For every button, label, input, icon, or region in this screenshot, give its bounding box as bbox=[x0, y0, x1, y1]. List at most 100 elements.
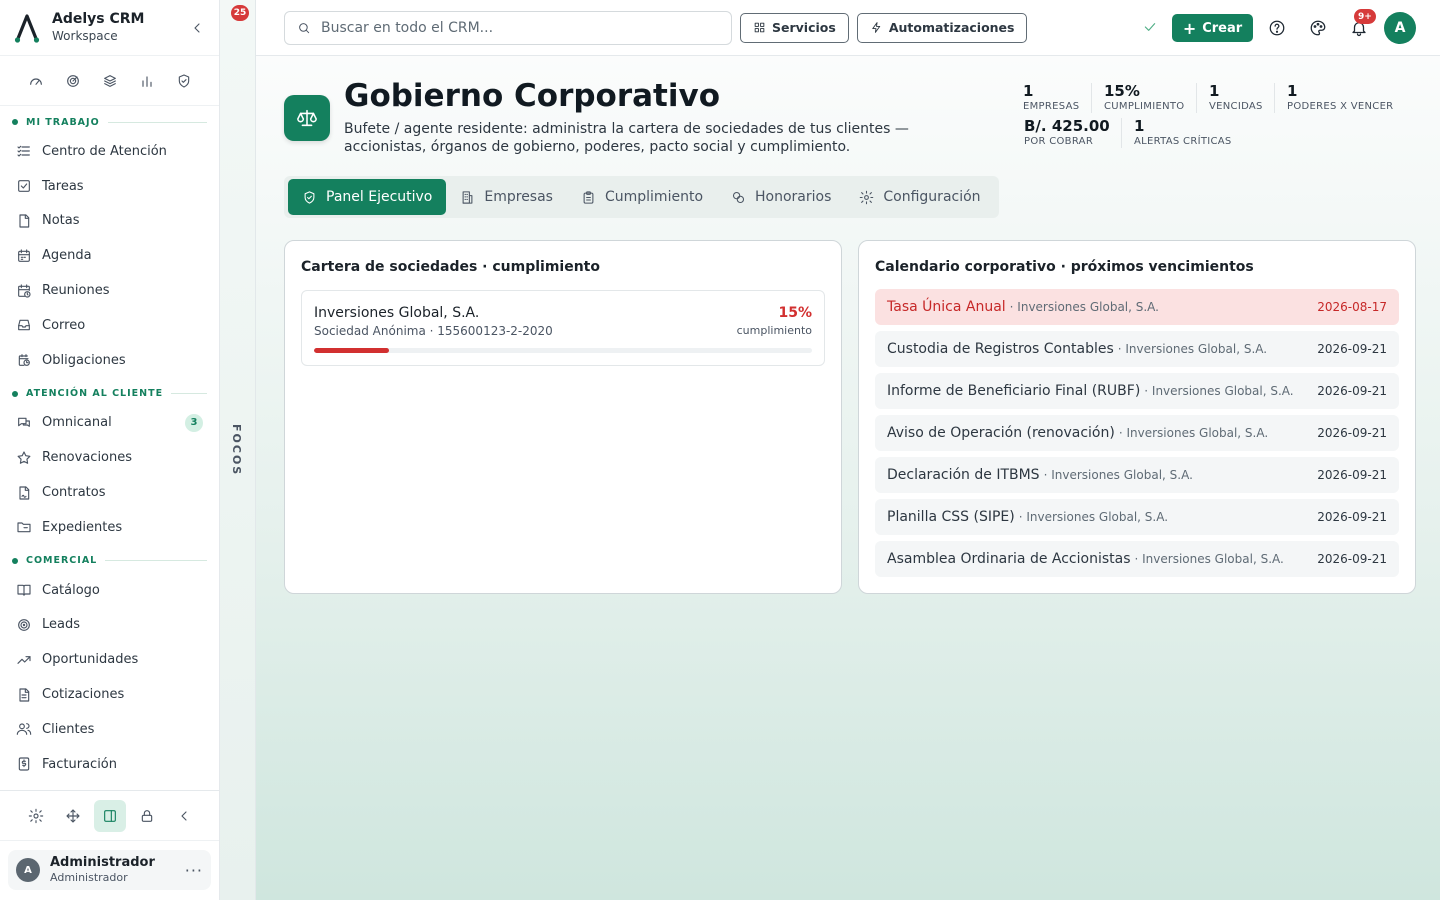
servicios-button[interactable]: Servicios bbox=[740, 12, 849, 43]
sidebar-item-expedientes[interactable]: Expedientes bbox=[0, 510, 219, 545]
sidebar-item-label: Expedientes bbox=[42, 519, 123, 535]
scale-icon bbox=[284, 95, 330, 141]
invoice-icon bbox=[18, 757, 30, 771]
tab-label: Panel Ejecutivo bbox=[326, 189, 433, 205]
tab-configuracion[interactable]: Configuración bbox=[845, 179, 994, 215]
chevron-left-icon[interactable] bbox=[168, 800, 200, 832]
search-input[interactable] bbox=[321, 19, 701, 36]
sidebar-item-correo[interactable]: Correo bbox=[0, 308, 219, 343]
gear-icon bbox=[860, 190, 874, 204]
collapse-sidebar-icon[interactable] bbox=[189, 20, 205, 36]
sidebar-item-label: Correo bbox=[42, 317, 86, 333]
section-label: COMERCIAL bbox=[26, 555, 98, 567]
tab-label: Empresas bbox=[484, 189, 553, 205]
help-icon[interactable] bbox=[1268, 19, 1286, 37]
calendar-card: Calendario corporativo · próximos vencim… bbox=[858, 240, 1416, 594]
event-company: · Inversiones Global, S.A. bbox=[1009, 300, 1159, 314]
user-card[interactable]: A Administrador Administrador ··· bbox=[8, 850, 211, 890]
sync-check-icon bbox=[1142, 19, 1158, 35]
sidebar-item-label: Notas bbox=[42, 213, 80, 229]
calendar-event[interactable]: Declaración de ITBMS · Inversiones Globa… bbox=[875, 457, 1399, 493]
note-icon bbox=[19, 214, 30, 228]
event-company: · Inversiones Global, S.A. bbox=[1118, 426, 1269, 440]
sidebar-item-centro-de-atencion[interactable]: Centro de Atención bbox=[0, 134, 219, 169]
user-avatar-button[interactable]: A bbox=[1384, 12, 1416, 44]
kpi-label: EMPRESAS bbox=[1023, 101, 1080, 112]
calendar-event[interactable]: Custodia de Registros Contables · Invers… bbox=[875, 331, 1399, 367]
calendar-event[interactable]: Tasa Única Anual · Inversiones Global, S… bbox=[875, 289, 1399, 325]
sidebar-item-leads[interactable]: Leads bbox=[0, 608, 219, 643]
calendar-event[interactable]: Asamblea Ordinaria de Accionistas · Inve… bbox=[875, 541, 1399, 577]
gauge-icon[interactable] bbox=[28, 73, 44, 89]
section-rule bbox=[107, 121, 207, 123]
tab-label: Honorarios bbox=[755, 189, 832, 205]
sidebar-item-contratos[interactable]: Contratos bbox=[0, 475, 219, 510]
sidebar-item-omnicanal[interactable]: Omnicanal 3 bbox=[0, 406, 219, 441]
search-box[interactable] bbox=[284, 10, 732, 45]
automatizaciones-button[interactable]: Automatizaciones bbox=[856, 12, 1028, 43]
sidebar-item-facturacion[interactable]: Facturación bbox=[0, 747, 219, 782]
calendar-icon bbox=[18, 249, 30, 262]
panel-layout-icon[interactable] bbox=[93, 799, 126, 832]
sidebar-item-notas[interactable]: Notas bbox=[0, 204, 219, 239]
event-name: Aviso de Operación (renovación) bbox=[887, 425, 1115, 441]
plus-icon: + bbox=[1182, 18, 1197, 38]
sidebar-item-oportunidades[interactable]: Oportunidades bbox=[0, 642, 219, 677]
sidebar-item-label: Clientes bbox=[42, 721, 95, 737]
grid-icon bbox=[754, 22, 765, 33]
sidebar-item-catalogo[interactable]: Catálogo bbox=[0, 573, 219, 608]
sidebar-footer: A Administrador Administrador ··· bbox=[0, 790, 219, 900]
target-chart-icon[interactable] bbox=[65, 73, 81, 89]
calendar-event[interactable]: Informe de Beneficiario Final (RUBF) · I… bbox=[875, 373, 1399, 409]
settings-icon[interactable] bbox=[20, 800, 52, 832]
tab-empresas[interactable]: Empresas bbox=[446, 179, 567, 215]
palette-icon[interactable] bbox=[1309, 19, 1327, 37]
move-icon[interactable] bbox=[57, 800, 89, 832]
sidebar-item-reuniones[interactable]: Reuniones bbox=[0, 273, 219, 308]
sidebar-item-label: Catálogo bbox=[42, 582, 100, 598]
sidebar-item-label: Cotizaciones bbox=[42, 687, 125, 703]
calendar-event[interactable]: Planilla CSS (SIPE) · Inversiones Global… bbox=[875, 499, 1399, 535]
sidebar-item-cotizaciones[interactable]: Cotizaciones bbox=[0, 677, 219, 712]
event-company: · Inversiones Global, S.A. bbox=[1144, 384, 1294, 398]
calendar-event[interactable]: Aviso de Operación (renovación) · Invers… bbox=[875, 415, 1399, 451]
user-name: Administrador bbox=[50, 855, 155, 870]
event-name: Tasa Única Anual bbox=[887, 299, 1006, 315]
sidebar-item-renovaciones[interactable]: Renovaciones bbox=[0, 440, 219, 475]
tab-label: Configuración bbox=[883, 189, 981, 205]
bar-chart-icon[interactable] bbox=[139, 73, 155, 89]
lock-icon[interactable] bbox=[131, 800, 163, 832]
event-company: · Inversiones Global, S.A. bbox=[1134, 552, 1284, 566]
company-card[interactable]: Inversiones Global, S.A. Sociedad Anónim… bbox=[301, 290, 825, 366]
kpi-value: 1 bbox=[1023, 82, 1034, 100]
sidebar-item-agenda[interactable]: Agenda bbox=[0, 238, 219, 273]
sidebar-item-label: Leads bbox=[42, 617, 81, 633]
section-dot bbox=[12, 119, 18, 125]
tab-honorarios[interactable]: Honorarios bbox=[717, 179, 845, 215]
crear-button[interactable]: + Crear bbox=[1172, 14, 1253, 42]
sidebar-nav: MI TRABAJO Centro de Atención Tareas Not… bbox=[0, 110, 219, 782]
company-meta: Sociedad Anónima · 155600123-2-2020 bbox=[314, 324, 553, 338]
kpi-divider bbox=[1121, 118, 1122, 148]
page-subtitle: Bufete / agente residente: administra la… bbox=[344, 121, 909, 155]
tab-cumplimiento[interactable]: Cumplimiento bbox=[567, 179, 717, 215]
kpi-alertas: 1 ALERTAS CRÍTICAS bbox=[1134, 117, 1232, 148]
shield-check-icon[interactable] bbox=[176, 73, 192, 89]
layers-icon[interactable] bbox=[102, 73, 118, 89]
more-options-icon[interactable]: ··· bbox=[185, 861, 203, 880]
sidebar-item-label: Agenda bbox=[42, 248, 92, 264]
brand-name: Adelys CRM bbox=[52, 11, 145, 27]
main-content: Gobierno Corporativo Bufete / agente res… bbox=[256, 56, 1440, 900]
tab-panel-ejecutivo[interactable]: Panel Ejecutivo bbox=[288, 179, 447, 215]
focos-label: FOCOS bbox=[230, 424, 243, 477]
focos-count-badge: 25 bbox=[231, 5, 249, 21]
sidebar-item-obligaciones[interactable]: Obligaciones bbox=[0, 343, 219, 378]
sidebar-item-tareas[interactable]: Tareas bbox=[0, 169, 219, 204]
sidebar-item-clientes[interactable]: Clientes bbox=[0, 712, 219, 747]
inbox-icon bbox=[18, 320, 30, 331]
event-name: Declaración de ITBMS bbox=[887, 467, 1040, 483]
focos-panel[interactable]: 25 FOCOS bbox=[220, 0, 256, 900]
book-icon bbox=[17, 584, 31, 597]
crear-label: Crear bbox=[1202, 20, 1243, 36]
chat-icon bbox=[18, 417, 30, 427]
